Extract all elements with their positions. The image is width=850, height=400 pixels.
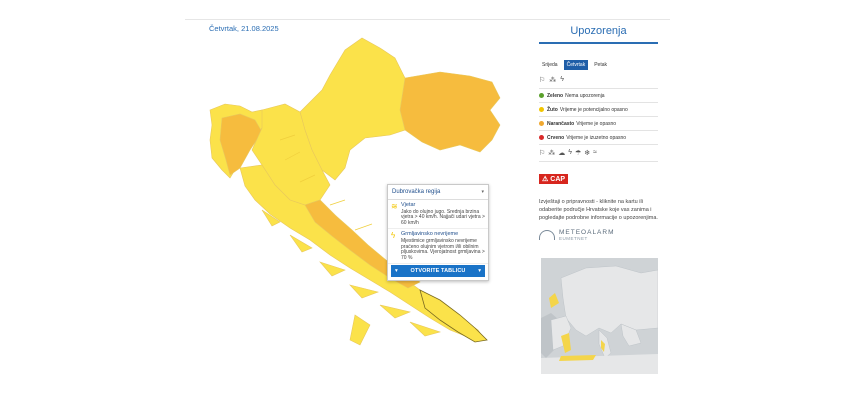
tab-srijeda[interactable]: Srijeda [539, 60, 561, 70]
legend-label: Žuto [547, 106, 558, 113]
europe-map[interactable] [541, 258, 659, 374]
legend-red: Crveno Vrijeme je izuzetno opasno [539, 131, 658, 145]
tab-petak[interactable]: Petak [591, 60, 610, 70]
warning-text: Mjestimice grmljavinsko nevrijeme praćen… [401, 237, 485, 261]
phenomena-icons-full: ⚐ ⁂ ☁ ϟ ☂ ❄ ≈ [539, 149, 658, 162]
popup-warning-wind: ≋ Vjetar Jako do olujno jugo. Srednja br… [388, 200, 488, 230]
phenomena-icons: ⚐ ⁂ ϟ [539, 76, 658, 89]
popup-region-title: Dubrovačka regija [392, 189, 441, 195]
info-text: Izvještaji o pripravnosti - kliknite na … [539, 199, 658, 221]
legend-text: Vrijeme je izuzetno opasno [566, 134, 627, 141]
wave-icon[interactable]: ≈ [593, 149, 597, 157]
meteoalarm-link[interactable]: METEOALARM EUMETNET [539, 229, 658, 241]
popup-warning-thunder: ϟ Grmljavinsko nevrijeme Mjestimice grml… [388, 229, 488, 265]
lightning-icon: ϟ [391, 231, 396, 241]
legend-label: Narančasto [547, 120, 575, 127]
day-tabs: Srijeda Četvrtak Petak [539, 60, 658, 70]
chevron-down-icon[interactable]: ▾ [481, 189, 484, 195]
green-dot-icon [539, 93, 544, 98]
legend-orange: Narančasto Vrijeme je opasno [539, 117, 658, 131]
meteoalarm-logo-icon [539, 230, 555, 240]
snow-icon[interactable]: ⁂ [548, 149, 555, 157]
legend-label: Zeleno [547, 92, 564, 99]
legend-text: Vrijeme je potencijalno opasno [559, 106, 628, 113]
red-dot-icon [539, 135, 544, 140]
warning-text: Jako do olujno jugo. Srednja brzina vjet… [401, 208, 485, 226]
legend-text: Vrijeme je opasno [576, 120, 617, 127]
lightning-icon[interactable]: ϟ [568, 149, 572, 157]
snow-icon[interactable]: ⁂ [549, 76, 556, 84]
orange-dot-icon [539, 121, 544, 126]
warning-title: Vjetar [401, 202, 416, 208]
warnings-panel: Upozorenja Srijeda Četvrtak Petak ⚐ ⁂ ϟ … [539, 22, 658, 241]
meteoalarm-subtitle: EUMETNET [559, 236, 588, 241]
panel-title: Upozorenja [539, 22, 658, 44]
tab-cetvrtak[interactable]: Četvrtak [563, 60, 589, 70]
cap-icon: ⚠ [542, 176, 549, 183]
open-table-button[interactable]: ▾ OTVORITE TABLICU ▾ [391, 265, 485, 277]
ice-icon[interactable]: ❄ [584, 149, 590, 157]
rain-icon[interactable]: ☂ [575, 149, 581, 157]
legend-text: Nema upozorenja [565, 92, 605, 99]
yellow-dot-icon [539, 107, 544, 112]
chevron-down-icon: ▾ [395, 268, 398, 274]
legend-yellow: Žuto Vrijeme je potencijalno opasno [539, 103, 658, 117]
wind-icon: ≋ [391, 202, 398, 211]
open-table-label: OTVORITE TABLICU [410, 268, 466, 274]
chevron-down-icon: ▾ [478, 268, 481, 274]
wind-icon[interactable]: ⚐ [539, 149, 545, 157]
wind-icon[interactable]: ⚐ [539, 76, 545, 84]
top-divider [185, 19, 670, 20]
legend-green: Zeleno Nema upozorenja [539, 89, 658, 103]
meteoalarm-title: METEOALARM [559, 229, 615, 236]
fog-icon[interactable]: ☁ [558, 149, 565, 157]
lightning-icon[interactable]: ϟ [560, 76, 564, 84]
legend-label: Crveno [547, 134, 565, 141]
cap-link[interactable]: ⚠ CAP [539, 174, 569, 184]
region-slavonia [399, 71, 501, 153]
cap-label: CAP [550, 175, 566, 183]
region-popup: Dubrovačka regija ▾ ≋ Vjetar Jako do olu… [387, 184, 489, 281]
